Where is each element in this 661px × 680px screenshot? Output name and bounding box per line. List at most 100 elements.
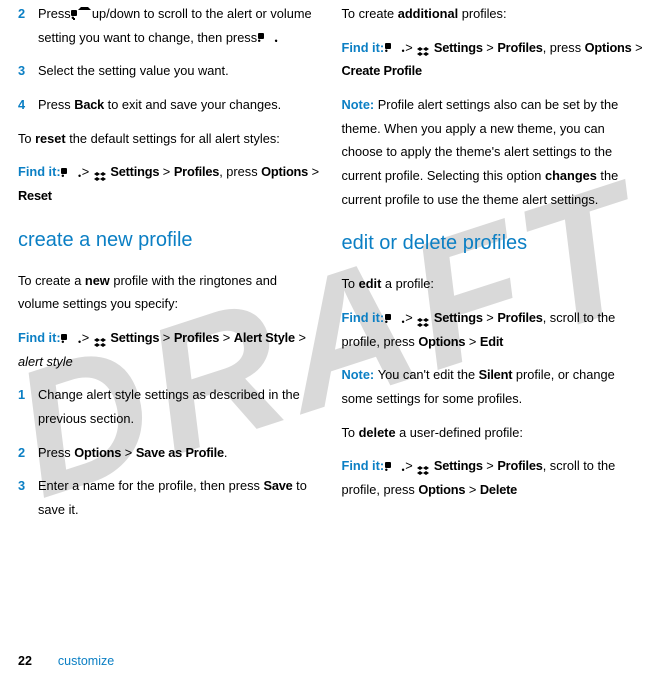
find-it-delete: Find it: > Settings > Profiles, scroll t…	[342, 454, 644, 501]
heading-create-profile: create a new profile	[18, 222, 320, 259]
text: Press	[38, 97, 74, 112]
text: To	[342, 425, 359, 440]
find-it-alert-style: Find it: > Settings > Profiles > Alert S…	[18, 326, 320, 373]
heading-edit-delete: edit or delete profiles	[342, 225, 644, 262]
step-number: 1	[18, 383, 38, 430]
nav-center-icon	[388, 460, 402, 474]
options-label: Options	[418, 482, 465, 497]
profiles-label: Profiles	[174, 164, 219, 179]
delete-intro: To delete a user-defined profile:	[342, 421, 644, 445]
gt: >	[219, 330, 234, 345]
profiles-label: Profiles	[497, 40, 542, 55]
text: To create a	[18, 273, 85, 288]
gt: >	[159, 164, 174, 179]
step-number: 3	[18, 474, 38, 521]
reset-intro: To reset the default settings for all al…	[18, 127, 320, 151]
gt: >	[483, 458, 498, 473]
step-body: Select the setting value you want.	[38, 59, 320, 83]
reset-label: Reset	[18, 188, 52, 203]
find-it-label: Find it:	[342, 40, 388, 55]
gt: >	[295, 330, 306, 345]
settings-label: Settings	[434, 40, 483, 55]
find-it-reset: Find it: > Settings > Profiles, press Op…	[18, 160, 320, 207]
step-body: Press Back to exit and save your changes…	[38, 93, 320, 117]
new-profile-intro: To create a new profile with the rington…	[18, 269, 320, 316]
text: to exit and save your changes.	[104, 97, 281, 112]
settings-menu-icon	[416, 313, 430, 325]
options-label: Options	[261, 164, 308, 179]
text: To create	[342, 6, 398, 21]
find-it-create-profile: Find it: > Settings > Profiles, press Op…	[342, 36, 644, 83]
note-silent: Note: You can't edit the Silent profile,…	[342, 363, 644, 410]
step-4: 4 Press Back to exit and save your chang…	[18, 93, 320, 117]
settings-label: Settings	[110, 164, 159, 179]
settings-label: Settings	[110, 330, 159, 345]
create-step-3: 3 Enter a name for the profile, then pre…	[18, 474, 320, 521]
page-content: 2 Press up/down to scroll to the alert o…	[0, 0, 661, 625]
nav-center-icon	[388, 41, 402, 55]
save-as-profile-label: Save as Profile	[136, 445, 224, 460]
find-it-edit: Find it: > Settings > Profiles, scroll t…	[342, 306, 644, 353]
additional-intro: To create additional profiles:	[342, 2, 644, 26]
new-bold: new	[85, 273, 110, 288]
profiles-label: Profiles	[497, 458, 542, 473]
note-label: Note:	[342, 97, 378, 112]
step-body: Change alert style settings as described…	[38, 383, 320, 430]
gt: >	[465, 334, 480, 349]
settings-menu-icon	[93, 167, 107, 179]
settings-label: Settings	[434, 310, 483, 325]
text: Press	[38, 445, 74, 460]
options-label: Options	[74, 445, 121, 460]
step-number: 4	[18, 93, 38, 117]
page-footer: 22 customize	[18, 654, 114, 668]
reset-bold: reset	[35, 131, 66, 146]
settings-label: Settings	[434, 458, 483, 473]
delete-bold: delete	[359, 425, 396, 440]
options-label: Options	[418, 334, 465, 349]
text: a user-defined profile:	[396, 425, 523, 440]
step-number: 3	[18, 59, 38, 83]
nav-center-icon	[64, 332, 78, 346]
left-column: 2 Press up/down to scroll to the alert o…	[18, 2, 320, 625]
text: To	[342, 276, 359, 291]
nav-center-icon	[261, 31, 275, 45]
right-column: To create additional profiles: Find it: …	[342, 2, 644, 625]
alert-style-label: Alert Style	[234, 330, 295, 345]
step-3: 3 Select the setting value you want.	[18, 59, 320, 83]
step-2: 2 Press up/down to scroll to the alert o…	[18, 2, 320, 49]
save-label: Save	[264, 478, 293, 493]
edit-intro: To edit a profile:	[342, 272, 644, 296]
note-theme: Note: Profile alert settings also can be…	[342, 93, 644, 211]
settings-menu-icon	[416, 461, 430, 473]
text: the default settings for all alert style…	[66, 131, 280, 146]
options-label: Options	[585, 40, 632, 55]
gt: >	[483, 40, 498, 55]
text: Press	[38, 6, 74, 21]
text: You can't edit the	[378, 367, 479, 382]
text: To	[18, 131, 35, 146]
back-label: Back	[74, 97, 104, 112]
gt: >	[632, 40, 643, 55]
step-body: Press Options > Save as Profile.	[38, 441, 320, 465]
additional-bold: additional	[398, 6, 458, 21]
find-it-label: Find it:	[18, 330, 64, 345]
alert-style-italic: alert style	[18, 354, 73, 369]
find-it-label: Find it:	[342, 458, 388, 473]
nav-center-icon	[388, 312, 402, 326]
step-body: Enter a name for the profile, then press…	[38, 474, 320, 521]
edit-label: Edit	[480, 334, 503, 349]
settings-menu-icon	[93, 333, 107, 345]
silent-label: Silent	[479, 367, 513, 382]
text: , press	[219, 164, 261, 179]
text: .	[224, 445, 228, 460]
create-profile-label: Create Profile	[342, 63, 422, 78]
step-number: 2	[18, 441, 38, 465]
create-step-1: 1 Change alert style settings as describ…	[18, 383, 320, 430]
create-step-2: 2 Press Options > Save as Profile.	[18, 441, 320, 465]
nav-center-icon	[64, 166, 78, 180]
gt: >	[121, 445, 136, 460]
edit-bold: edit	[359, 276, 382, 291]
gt: >	[308, 164, 319, 179]
gt: >	[483, 310, 498, 325]
step-body: Press up/down to scroll to the alert or …	[38, 2, 320, 49]
